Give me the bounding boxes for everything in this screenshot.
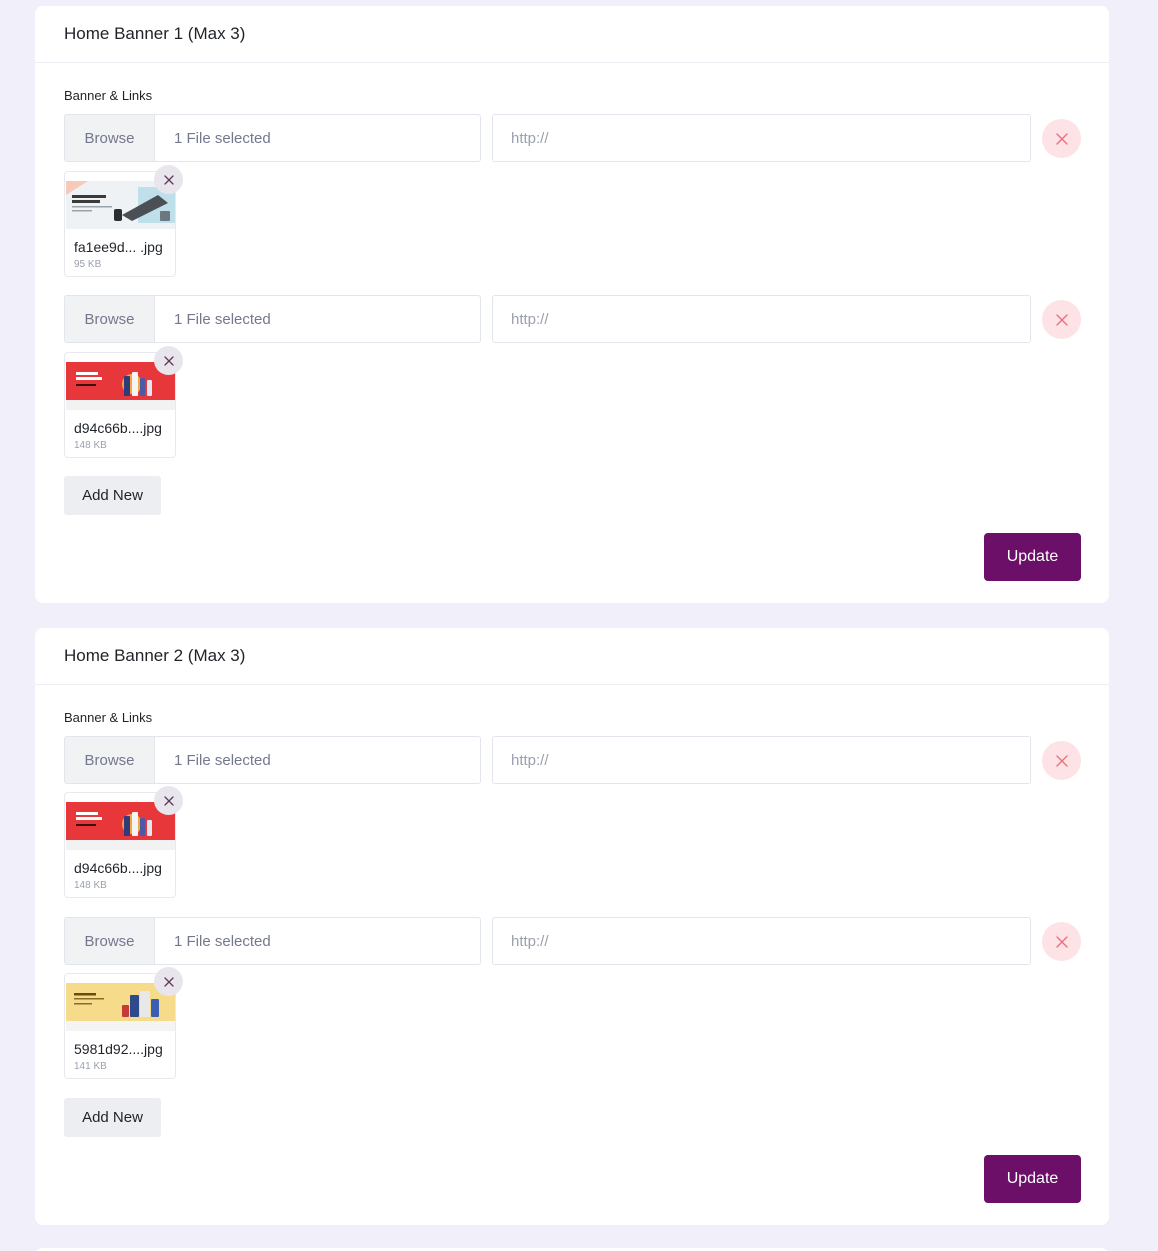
remove-row-button[interactable] [1042, 119, 1081, 158]
close-icon [1055, 132, 1068, 145]
file-name: 5981d92....jpg [74, 1041, 163, 1057]
file-input[interactable]: Browse 1 File selected [64, 114, 481, 162]
banner-row: Browse 1 File selected [64, 917, 1082, 965]
remove-file-button[interactable] [154, 967, 183, 996]
banner-section-1: Home Banner 1 (Max 3) Banner & Links Bro… [35, 6, 1109, 603]
close-icon [163, 174, 174, 185]
remove-file-button[interactable] [154, 786, 183, 815]
link-url-input[interactable] [492, 736, 1031, 784]
browse-button[interactable]: Browse [65, 115, 155, 161]
update-button[interactable]: Update [984, 1155, 1081, 1203]
file-size: 148 KB [74, 440, 107, 451]
banner-row: Browse 1 File selected [64, 736, 1082, 784]
close-icon [163, 976, 174, 987]
browse-button[interactable]: Browse [65, 296, 155, 342]
file-preview: d94c66b....jpg 148 KB [64, 786, 183, 898]
link-url-input[interactable] [492, 114, 1031, 162]
file-status: 1 File selected [174, 310, 271, 328]
file-size: 95 KB [74, 259, 102, 270]
file-name: fa1ee9d... .jpg [74, 239, 163, 255]
close-icon [1055, 935, 1068, 948]
banner-row: Browse 1 File selected [64, 114, 1082, 162]
update-button[interactable]: Update [984, 533, 1081, 581]
file-preview: fa1ee9d... .jpg 95 KB [64, 165, 183, 277]
browse-button[interactable]: Browse [65, 918, 155, 964]
field-label: Banner & Links [64, 88, 153, 103]
link-url-input[interactable] [492, 295, 1031, 343]
file-input[interactable]: Browse 1 File selected [64, 917, 481, 965]
section-title: Home Banner 2 (Max 3) [35, 628, 1109, 685]
remove-file-button[interactable] [154, 165, 183, 194]
remove-file-button[interactable] [154, 346, 183, 375]
add-new-button[interactable]: Add New [64, 476, 161, 515]
remove-row-button[interactable] [1042, 741, 1081, 780]
add-new-button[interactable]: Add New [64, 1098, 161, 1137]
file-input[interactable]: Browse 1 File selected [64, 295, 481, 343]
file-size: 148 KB [74, 880, 107, 891]
file-size: 141 KB [74, 1061, 107, 1072]
close-icon [1055, 754, 1068, 767]
file-name: d94c66b....jpg [74, 860, 162, 876]
close-icon [1055, 313, 1068, 326]
file-preview: d94c66b....jpg 148 KB [64, 346, 183, 458]
field-label: Banner & Links [64, 710, 153, 725]
browse-button[interactable]: Browse [65, 737, 155, 783]
file-name: d94c66b....jpg [74, 420, 162, 436]
remove-row-button[interactable] [1042, 300, 1081, 339]
file-status: 1 File selected [174, 932, 271, 950]
file-status: 1 File selected [174, 129, 271, 147]
section-title: Home Banner 1 (Max 3) [35, 6, 1109, 63]
file-status: 1 File selected [174, 751, 271, 769]
banner-section-2: Home Banner 2 (Max 3) Banner & Links Bro… [35, 628, 1109, 1225]
close-icon [163, 795, 174, 806]
remove-row-button[interactable] [1042, 922, 1081, 961]
link-url-input[interactable] [492, 917, 1031, 965]
file-preview: 5981d92....jpg 141 KB [64, 967, 183, 1079]
banner-row: Browse 1 File selected [64, 295, 1082, 343]
close-icon [163, 355, 174, 366]
file-input[interactable]: Browse 1 File selected [64, 736, 481, 784]
